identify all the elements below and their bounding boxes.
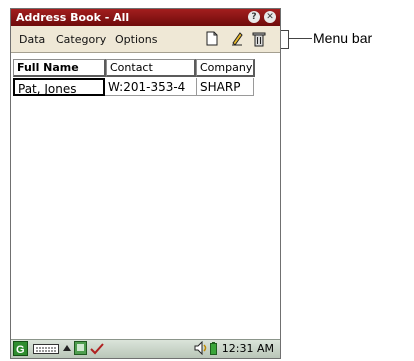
- check-icon[interactable]: [90, 342, 104, 355]
- cell-full-name[interactable]: Pat, Jones: [13, 78, 105, 96]
- svg-text:G: G: [16, 344, 25, 356]
- callout-bracket: [281, 30, 289, 49]
- menu-bar: Data Category Options: [11, 26, 280, 53]
- cell-contact[interactable]: W:201-353-4: [105, 78, 197, 96]
- app-icon[interactable]: [74, 341, 87, 355]
- callout-line: [288, 38, 312, 39]
- taskbar: G 12:31 AM: [11, 339, 280, 358]
- column-header-contact[interactable]: Contact: [106, 59, 196, 77]
- speaker-icon[interactable]: [194, 341, 208, 355]
- column-header-company[interactable]: Company: [196, 59, 255, 77]
- keyboard-icon[interactable]: [33, 344, 59, 354]
- start-icon[interactable]: G: [13, 341, 28, 356]
- trash-icon[interactable]: [252, 31, 266, 47]
- cell-company[interactable]: SHARP: [197, 78, 254, 96]
- column-header-full-name[interactable]: Full Name: [13, 59, 106, 77]
- new-page-icon[interactable]: [206, 31, 218, 46]
- window-title: Address Book - All: [16, 11, 130, 24]
- menu-category[interactable]: Category: [56, 33, 106, 46]
- menu-options[interactable]: Options: [115, 33, 157, 46]
- edit-pencil-icon[interactable]: [230, 31, 244, 46]
- contacts-table: Full Name Contact Company Pat, Jones W:2…: [11, 53, 280, 341]
- close-icon[interactable]: ✕: [264, 11, 276, 23]
- battery-icon[interactable]: [210, 342, 217, 355]
- callout-label: Menu bar: [313, 30, 373, 46]
- menu-data[interactable]: Data: [19, 33, 45, 46]
- up-arrow-icon[interactable]: [63, 345, 71, 352]
- title-bar: Address Book - All ? ✕: [11, 9, 280, 26]
- clock: 12:31 AM: [221, 342, 274, 355]
- help-icon[interactable]: ?: [248, 11, 260, 23]
- pda-screen: Address Book - All ? ✕ Data Category Opt…: [10, 8, 281, 359]
